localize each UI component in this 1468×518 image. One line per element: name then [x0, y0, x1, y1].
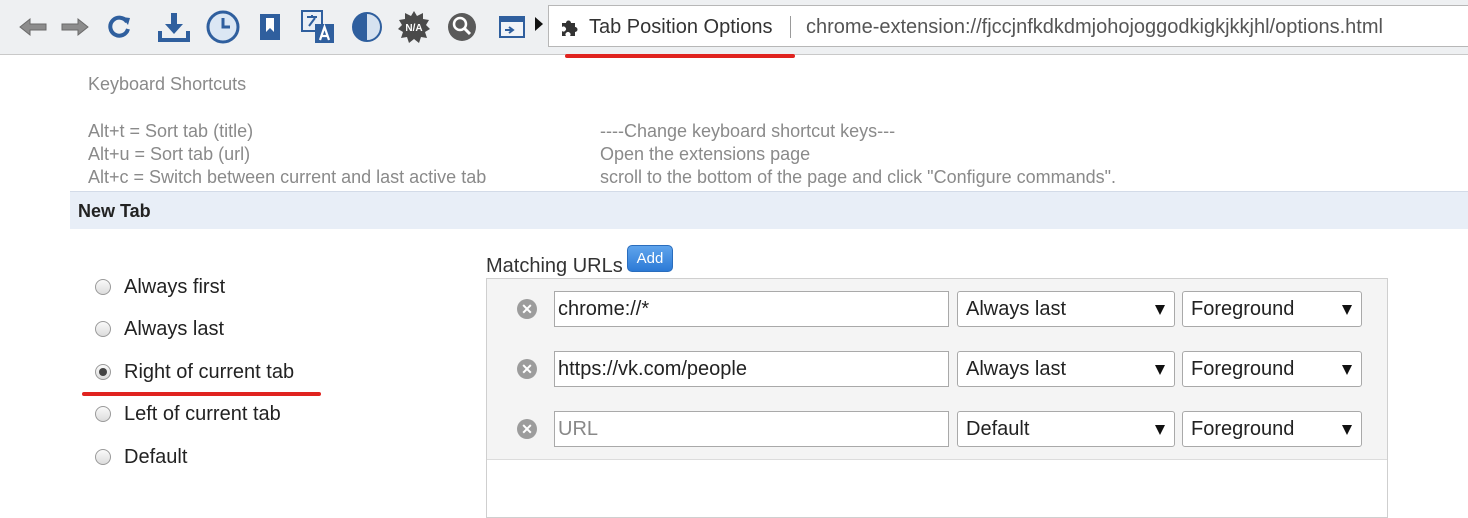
- mode-select[interactable]: Foreground: [1182, 291, 1362, 327]
- n-a-badge-icon[interactable]: N/A: [396, 10, 432, 44]
- radio-always-last[interactable]: Always last: [95, 316, 224, 342]
- dropdown-arrow-icon: [1342, 425, 1352, 435]
- puzzle-piece-icon: [559, 17, 579, 42]
- annotation-underline-radio: [82, 392, 321, 396]
- radio-button[interactable]: [95, 406, 111, 422]
- mode-select[interactable]: Foreground: [1182, 351, 1362, 387]
- dropdown-arrow-icon: [1155, 425, 1165, 435]
- radio-label: Left of current tab: [124, 402, 281, 425]
- radio-label: Right of current tab: [124, 360, 295, 383]
- omnibox-separator: [790, 16, 791, 38]
- shortcut-note: scroll to the bottom of the page and cli…: [600, 167, 1117, 187]
- section-title: New Tab: [78, 201, 151, 221]
- more-arrow-icon[interactable]: [535, 17, 543, 31]
- new-tab-section-header: New Tab: [70, 191, 1468, 229]
- remove-icon[interactable]: ✕: [517, 419, 537, 439]
- magnifier-icon[interactable]: [446, 10, 478, 44]
- back-icon[interactable]: [17, 10, 49, 44]
- dropdown-arrow-icon: [1342, 365, 1352, 375]
- window-icon[interactable]: [497, 10, 527, 44]
- bookmark-icon[interactable]: [256, 10, 284, 44]
- position-select[interactable]: Default: [957, 411, 1175, 447]
- radio-default[interactable]: Default: [95, 444, 187, 470]
- contrast-icon[interactable]: [350, 10, 384, 44]
- radio-button[interactable]: [95, 321, 111, 337]
- url-rule-row: ✕ Always last Foreground: [487, 339, 1387, 400]
- matching-urls-label: Matching URLs: [486, 255, 623, 277]
- reload-icon[interactable]: [104, 10, 134, 44]
- shortcut-item: Alt+u = Sort tab (url): [88, 144, 251, 164]
- url-input[interactable]: [554, 351, 949, 387]
- radio-button[interactable]: [95, 279, 111, 295]
- shortcuts-notes: ----Change keyboard shortcut keys--- Ope…: [600, 120, 1116, 189]
- radio-button-selected[interactable]: [95, 364, 111, 380]
- dropdown-arrow-icon: [1342, 305, 1352, 315]
- shortcut-item: Alt+t = Sort tab (title): [88, 121, 254, 141]
- shortcuts-title: Keyboard Shortcuts: [88, 74, 247, 94]
- url-input[interactable]: [554, 291, 949, 327]
- shortcut-note: ----Change keyboard shortcut keys---: [600, 121, 896, 141]
- remove-icon[interactable]: ✕: [517, 359, 537, 379]
- remove-icon[interactable]: ✕: [517, 299, 537, 319]
- radio-label: Always first: [124, 275, 226, 298]
- dropdown-arrow-icon: [1155, 365, 1165, 375]
- omnibox-page-title: Tab Position Options: [589, 16, 773, 38]
- shortcut-note: Open the extensions page: [600, 144, 811, 164]
- radio-right-of-current-tab[interactable]: Right of current tab: [95, 359, 294, 385]
- radio-always-first[interactable]: Always first: [95, 274, 225, 300]
- omnibox-url[interactable]: chrome-extension://fjccjnfkdkdmjohojoggo…: [806, 16, 1383, 39]
- dropdown-arrow-icon: [1155, 305, 1165, 315]
- position-select[interactable]: Always last: [957, 291, 1175, 327]
- mode-select[interactable]: Foreground: [1182, 411, 1362, 447]
- svg-text:N/A: N/A: [405, 23, 422, 34]
- radio-button[interactable]: [95, 449, 111, 465]
- omnibox[interactable]: Tab Position Options chrome-extension://…: [548, 5, 1468, 47]
- matching-urls-panel: ✕ Always last Foreground ✕ Always last F…: [486, 278, 1388, 518]
- add-url-button[interactable]: Add: [627, 245, 673, 272]
- shortcuts-list: Alt+t = Sort tab (title) Alt+u = Sort ta…: [88, 120, 486, 189]
- clock-icon[interactable]: [205, 10, 241, 44]
- position-select[interactable]: Always last: [957, 351, 1175, 387]
- shortcut-item: Alt+c = Switch between current and last …: [88, 167, 487, 187]
- radio-left-of-current-tab[interactable]: Left of current tab: [95, 401, 281, 427]
- browser-toolbar: N/A Tab Position Options chrome-extensio…: [0, 0, 1468, 55]
- forward-icon[interactable]: [59, 10, 91, 44]
- annotation-underline-title: [565, 54, 795, 58]
- url-rule-row: ✕ Default Foreground: [487, 399, 1387, 460]
- url-input[interactable]: [554, 411, 949, 447]
- radio-label: Default: [124, 445, 188, 468]
- url-rule-row: ✕ Always last Foreground: [487, 279, 1387, 340]
- download-icon[interactable]: [156, 10, 192, 44]
- radio-label: Always last: [124, 317, 225, 340]
- translate-icon[interactable]: [300, 10, 336, 44]
